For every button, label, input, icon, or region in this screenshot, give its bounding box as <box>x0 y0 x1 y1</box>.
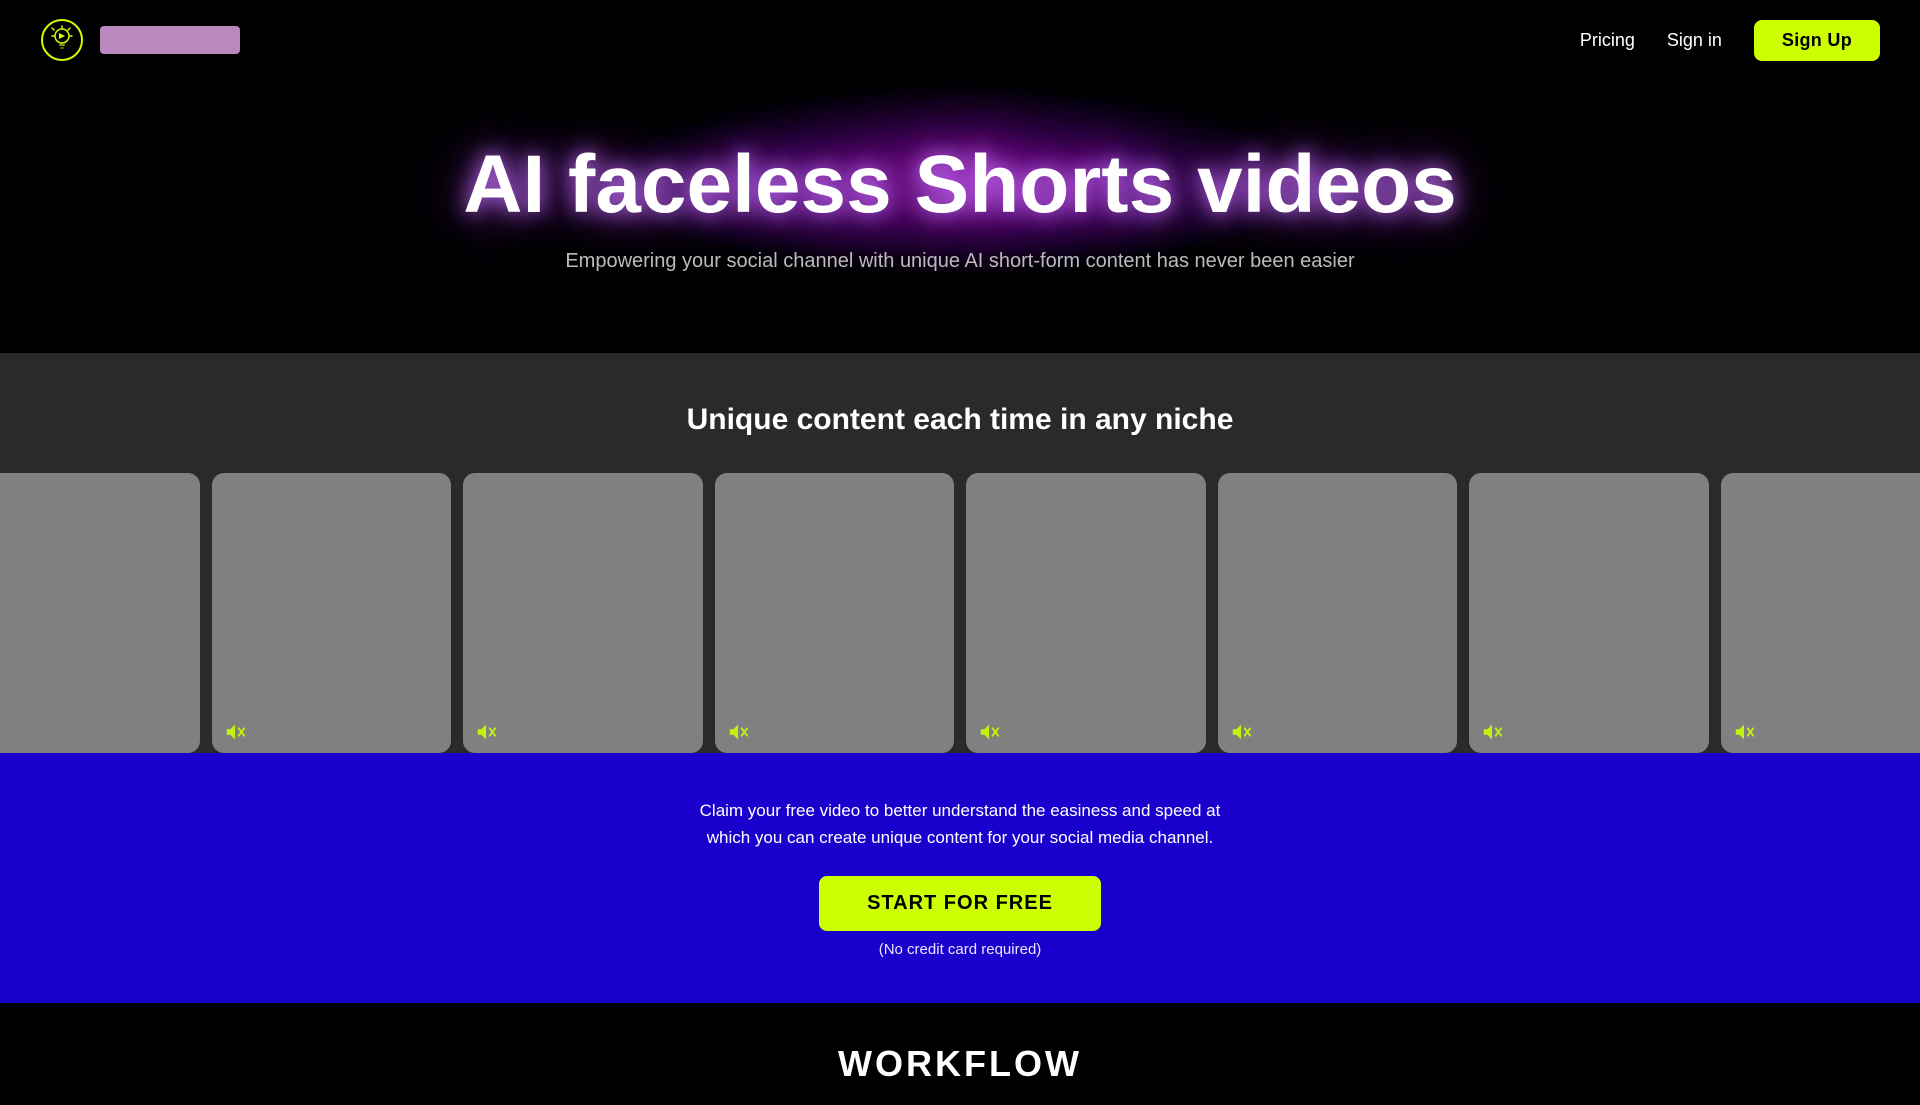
video-card[interactable] <box>1469 473 1709 753</box>
mute-icon <box>1481 721 1503 743</box>
mute-icon <box>224 721 246 743</box>
cta-description: Claim your free video to better understa… <box>40 797 1880 851</box>
signup-button[interactable]: Sign Up <box>1754 20 1880 61</box>
video-card[interactable] <box>715 473 955 753</box>
mute-icon <box>1230 721 1252 743</box>
cta-button-group: START FOR FREE (No credit card required) <box>40 876 1880 959</box>
hero-subtitle: Empowering your social channel with uniq… <box>40 250 1880 273</box>
video-card[interactable] <box>463 473 703 753</box>
video-card[interactable] <box>0 473 200 753</box>
mute-icon <box>1733 721 1755 743</box>
mute-icon <box>727 721 749 743</box>
video-card[interactable] <box>1218 473 1458 753</box>
hero-section: AI faceless Shorts videos Empowering you… <box>0 80 1920 353</box>
video-card[interactable] <box>966 473 1206 753</box>
mute-icon <box>978 721 1000 743</box>
pricing-link[interactable]: Pricing <box>1580 30 1635 51</box>
nav-left <box>40 18 240 62</box>
logo-text <box>100 26 240 54</box>
hero-title: AI faceless Shorts videos <box>40 140 1880 230</box>
video-section-title: Unique content each time in any niche <box>0 403 1920 437</box>
mute-icon <box>475 721 497 743</box>
logo-icon <box>40 18 84 62</box>
start-free-button[interactable]: START FOR FREE <box>819 876 1101 931</box>
video-grid <box>0 473 1920 753</box>
workflow-title: WORKFLOW <box>40 1043 1880 1085</box>
signin-link[interactable]: Sign in <box>1667 30 1722 51</box>
no-cc-label: (No credit card required) <box>879 941 1042 958</box>
video-card[interactable] <box>212 473 452 753</box>
navbar: Pricing Sign in Sign Up <box>0 0 1920 80</box>
video-card[interactable] <box>1721 473 1920 753</box>
video-section: Unique content each time in any niche <box>0 353 1920 753</box>
workflow-section: WORKFLOW <box>0 1003 1920 1105</box>
cta-section: Claim your free video to better understa… <box>0 753 1920 1002</box>
nav-right: Pricing Sign in Sign Up <box>1580 20 1880 61</box>
